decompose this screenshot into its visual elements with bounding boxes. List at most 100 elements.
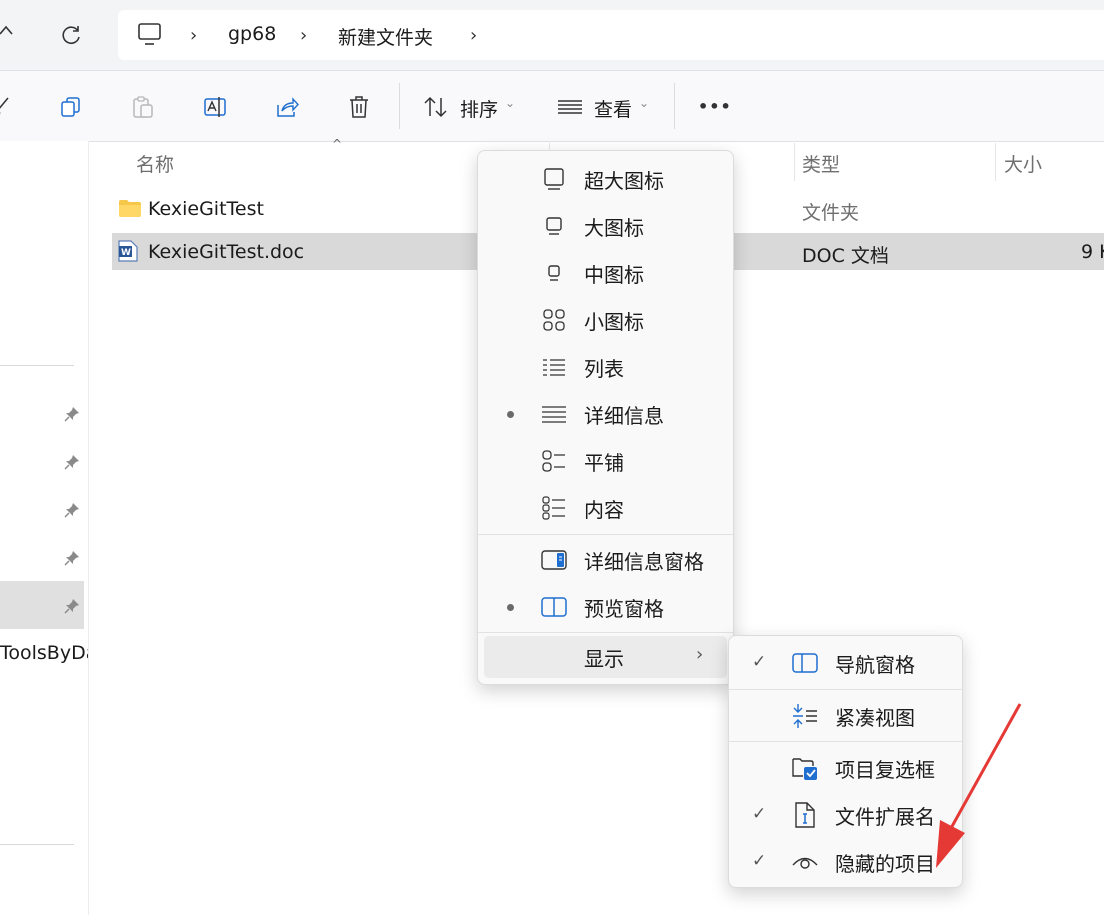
refresh-icon (62, 26, 80, 44)
compact-view-icon (792, 703, 818, 729)
file-extension-icon (792, 802, 818, 828)
sort-label: 排序 (460, 99, 499, 121)
checkmark-icon: ✓ (752, 851, 767, 871)
nav-divider (0, 844, 74, 845)
command-bar: 排序 ⌄ 查看 ⌄ ••• (0, 70, 1104, 142)
pin-icon[interactable] (64, 550, 80, 566)
this-pc-icon[interactable] (137, 22, 163, 48)
folder-icon (119, 200, 141, 217)
tiles-view-icon (541, 448, 567, 474)
menu-item-tiles[interactable]: 平铺 (478, 438, 733, 484)
toolbar-divider (399, 83, 400, 129)
item-checkbox-icon (792, 755, 818, 781)
menu-divider (729, 689, 962, 690)
sort-icon (424, 96, 447, 118)
more-options-button[interactable]: ••• (698, 97, 732, 116)
chevron-right-icon[interactable]: › (470, 25, 477, 46)
menu-item-medium-icons[interactable]: 中图标 (478, 250, 733, 296)
menu-item-label: 列表 (584, 356, 624, 381)
chevron-right-icon[interactable]: › (190, 25, 197, 46)
large-icons-icon (541, 213, 567, 239)
rename-icon (204, 97, 226, 117)
cut-icon (0, 97, 9, 115)
extra-large-icons-icon (541, 166, 567, 192)
up-arrow-icon (0, 25, 13, 35)
column-header-size[interactable]: 大小 (1004, 150, 1042, 177)
file-name[interactable]: KexieGitTest.doc (148, 241, 304, 263)
rename-button[interactable] (203, 95, 227, 119)
checkmark-icon: ✓ (752, 652, 767, 672)
submenu-item-label: 紧凑视图 (835, 705, 915, 730)
breadcrumb-item[interactable]: gp68 (228, 23, 276, 45)
svg-text:W: W (121, 248, 131, 258)
pin-icon[interactable] (64, 406, 80, 422)
checkmark-icon: ✓ (752, 804, 767, 824)
details-pane-icon (541, 547, 567, 573)
details-view-icon (558, 100, 582, 114)
paste-icon (133, 96, 153, 118)
nav-item-label[interactable]: ToolsByDa (0, 642, 88, 664)
paste-button[interactable] (131, 95, 155, 119)
chevron-right-icon[interactable]: › (300, 25, 307, 46)
copy-icon (61, 97, 80, 117)
small-icons-icon (541, 307, 567, 333)
file-size: 9 K (1081, 241, 1104, 263)
menu-item-extra-large-icons[interactable]: 超大图标 (478, 156, 733, 202)
file-name[interactable]: KexieGitTest (148, 198, 264, 220)
copy-button[interactable] (59, 95, 83, 119)
delete-button[interactable] (347, 95, 371, 119)
toolbar-divider (674, 83, 675, 129)
trash-icon (350, 96, 368, 118)
menu-divider (478, 534, 733, 535)
file-type: 文件夹 (802, 202, 860, 224)
menu-item-details-pane[interactable]: 详细信息窗格 (478, 537, 733, 583)
menu-item-label: 平铺 (584, 450, 624, 475)
pin-icon[interactable] (64, 598, 80, 614)
menu-item-label: 中图标 (584, 262, 644, 287)
menu-item-label: 预览窗格 (584, 596, 664, 621)
navigation-pane: ToolsByDa (0, 141, 89, 915)
nav-divider (0, 365, 74, 366)
annotation-arrow-icon (936, 703, 1022, 868)
column-header-type[interactable]: 类型 (802, 150, 840, 177)
up-button[interactable] (0, 22, 14, 42)
submenu-item-navigation-pane[interactable]: ✓ 导航窗格 (729, 640, 962, 686)
pin-icon[interactable] (64, 502, 80, 518)
list-view-icon (541, 354, 567, 380)
share-icon (277, 97, 299, 117)
pin-icon[interactable] (64, 454, 80, 470)
view-dropdown-menu: 超大图标 大图标 中图标 小图标 列表 详细信息 平铺 内容 详细信息窗格 预览… (477, 150, 734, 685)
menu-item-show[interactable]: 显示 › (484, 636, 727, 678)
menu-item-list[interactable]: 列表 (478, 344, 733, 390)
column-header-name[interactable]: 名称 (136, 150, 174, 177)
menu-item-large-icons[interactable]: 大图标 (478, 203, 733, 249)
menu-item-content[interactable]: 内容 (478, 485, 733, 531)
menu-item-preview-pane[interactable]: 预览窗格 (478, 584, 733, 630)
breadcrumb-item[interactable]: 新建文件夹 (338, 23, 433, 50)
details-view-icon (541, 401, 567, 427)
selected-bullet-icon (507, 411, 514, 418)
share-button[interactable] (275, 95, 299, 119)
view-button[interactable]: 查看 ⌄ (557, 93, 653, 121)
chevron-right-icon: › (696, 644, 704, 665)
refresh-button[interactable] (60, 23, 84, 47)
content-view-icon (541, 495, 567, 521)
menu-item-label: 显示 (584, 646, 624, 671)
menu-item-label: 小图标 (584, 309, 644, 334)
column-divider[interactable] (995, 143, 996, 181)
menu-item-label: 内容 (584, 497, 624, 522)
column-divider[interactable] (794, 143, 795, 181)
cut-button[interactable] (0, 95, 14, 119)
menu-item-small-icons[interactable]: 小图标 (478, 297, 733, 343)
selected-bullet-icon (507, 604, 514, 611)
file-type: DOC 文档 (802, 245, 889, 267)
chevron-down-icon: ⌄ (505, 96, 516, 110)
sort-button[interactable]: 排序 ⌄ (423, 93, 519, 121)
medium-icons-icon (541, 260, 567, 286)
sort-indicator-icon: ^ (332, 137, 343, 151)
submenu-item-label: 导航窗格 (835, 652, 915, 677)
preview-pane-icon (541, 594, 567, 620)
menu-item-details[interactable]: 详细信息 (478, 391, 733, 437)
navigation-pane-icon (792, 650, 818, 676)
menu-divider (478, 632, 733, 633)
